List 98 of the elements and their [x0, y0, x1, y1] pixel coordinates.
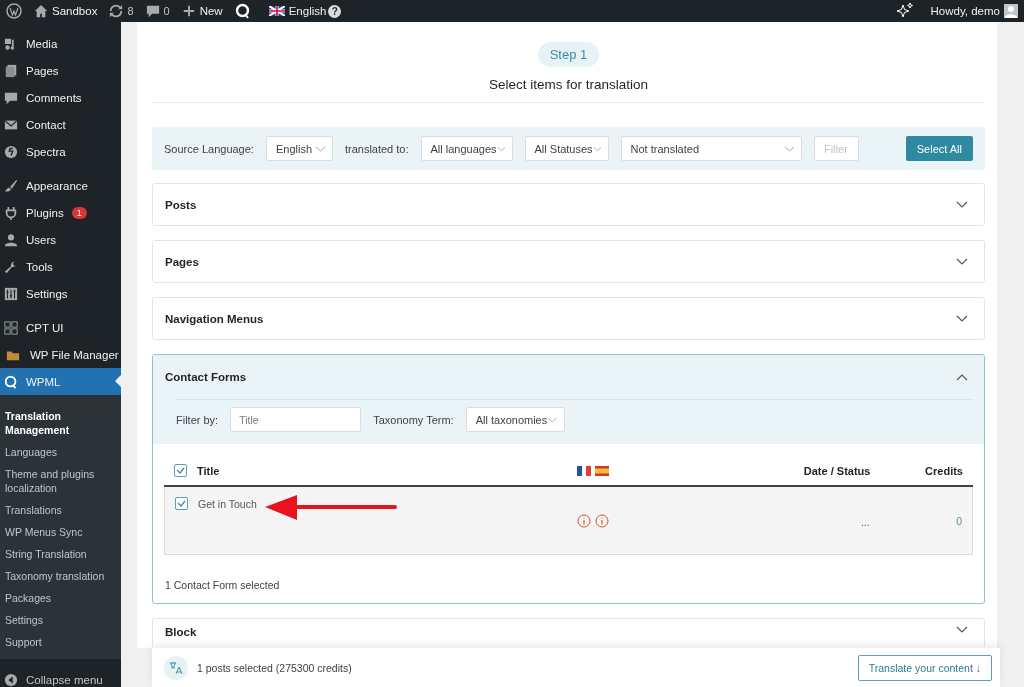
- accordion-header[interactable]: Pages: [153, 241, 984, 282]
- selection-summary: 1 Contact Form selected: [165, 579, 280, 591]
- flag-icon: [268, 6, 285, 16]
- table-row[interactable]: Get in Touch ... 0: [164, 487, 973, 555]
- comment-icon: [4, 90, 18, 105]
- language-switcher[interactable]: English: [268, 5, 327, 17]
- caret-icon: [314, 145, 326, 152]
- grid-icon: [4, 320, 18, 335]
- chevron-down-icon[interactable]: [956, 626, 968, 633]
- comments-link[interactable]: 0: [145, 4, 170, 18]
- spectra-icon: [4, 144, 18, 159]
- submenu-item[interactable]: Packages: [0, 587, 121, 609]
- refresh-icon: [109, 4, 124, 18]
- accordion-header[interactable]: Contact Forms: [153, 355, 984, 399]
- taxonomy-select[interactable]: All taxonomies: [465, 407, 565, 432]
- wpml-icon: [234, 3, 251, 19]
- avatar-icon: [1004, 4, 1018, 18]
- taxonomy-label: Taxonomy Term:: [373, 413, 454, 426]
- menu-item[interactable]: Pages: [0, 57, 121, 84]
- source-language-select[interactable]: English: [265, 136, 333, 161]
- home-icon: [34, 4, 48, 18]
- translate-button[interactable]: Translate your content ↓: [857, 654, 992, 681]
- account-menu[interactable]: Howdy, demo: [930, 4, 1018, 18]
- submenu-item[interactable]: Translations: [0, 499, 121, 521]
- menu-item[interactable]: Media: [0, 30, 121, 57]
- menu-item[interactable]: Plugins 1: [0, 199, 121, 226]
- menu-item[interactable]: Contact: [0, 111, 121, 138]
- wpml-icon: [4, 374, 18, 389]
- select-all-button[interactable]: Select All: [905, 136, 973, 161]
- collapse-menu-button[interactable]: Collapse menu: [0, 659, 121, 687]
- menu-item[interactable]: Appearance: [0, 172, 121, 199]
- accordion-header[interactable]: Posts: [153, 184, 984, 225]
- wordpress-icon: [6, 3, 22, 19]
- mail-icon: [4, 117, 18, 132]
- language-select[interactable]: All languages: [420, 136, 513, 161]
- title-filter-field[interactable]: Title: [230, 407, 362, 432]
- count-badge: 1: [71, 206, 87, 219]
- menu-item[interactable]: Settings: [0, 280, 121, 307]
- select-all-checkbox[interactable]: [174, 464, 187, 477]
- current-menu-pointer: [115, 375, 121, 387]
- chevron-up-icon[interactable]: [956, 373, 968, 381]
- menu-item[interactable]: Tools: [0, 253, 121, 280]
- settings-icon: [4, 286, 18, 301]
- caret-icon: [496, 145, 506, 152]
- caret-icon: [783, 145, 795, 152]
- row-checkbox[interactable]: [175, 497, 188, 510]
- status-select[interactable]: All Statuses: [524, 136, 609, 161]
- submenu-item[interactable]: Support: [0, 631, 121, 653]
- translate-icon: [164, 655, 188, 680]
- accordion-header[interactable]: Block: [153, 619, 984, 648]
- menu-item[interactable]: Users: [0, 226, 121, 253]
- chevron-down-icon[interactable]: [956, 258, 968, 265]
- caret-icon: [547, 416, 558, 423]
- sparkle-icon: [896, 3, 913, 19]
- menu-item[interactable]: WPML: [0, 368, 121, 395]
- table-cell: ...: [860, 516, 870, 528]
- table-cell: Get in Touch: [198, 497, 257, 510]
- source-language-label: Source Language:: [164, 142, 254, 155]
- submenu-item[interactable]: Translation Management: [0, 405, 121, 441]
- submenu-item[interactable]: Settings: [0, 609, 121, 631]
- info-icon[interactable]: [576, 514, 591, 528]
- menu-item[interactable]: Comments: [0, 84, 121, 111]
- site-link[interactable]: Sandbox: [34, 4, 98, 18]
- new-link[interactable]: New: [181, 4, 223, 18]
- chevron-down-icon[interactable]: [956, 201, 968, 208]
- help-icon[interactable]: ?: [328, 4, 342, 18]
- wrench-icon: [4, 259, 18, 274]
- menu-item[interactable]: WP File Manager: [0, 341, 121, 368]
- brush-icon: [4, 178, 18, 193]
- table-cell: 0: [956, 515, 962, 527]
- flag-icon: [576, 465, 591, 476]
- info-icon[interactable]: [594, 514, 609, 528]
- caret-icon: [592, 145, 602, 152]
- plug-icon: [4, 205, 18, 220]
- step-badge: Step 1: [537, 42, 600, 67]
- step-title: Select items for translation: [488, 77, 649, 92]
- column-header[interactable]: Credits: [925, 464, 963, 477]
- pages-icon: [4, 63, 18, 78]
- flag-icon: [594, 465, 609, 476]
- menu-item[interactable]: CPT UI: [0, 314, 121, 341]
- updates-link[interactable]: 8: [109, 4, 134, 18]
- user-icon: [4, 232, 18, 247]
- accordion-header[interactable]: Navigation Menus: [153, 298, 984, 339]
- submenu-item[interactable]: WP Menus Sync: [0, 521, 121, 543]
- comment-icon: [145, 4, 160, 18]
- target-language-label: translated to:: [344, 142, 409, 155]
- submenu-item[interactable]: String Translation: [0, 543, 121, 565]
- submenu-item[interactable]: Languages: [0, 441, 121, 463]
- selection-summary: 1 posts selected (275300 credits): [197, 661, 352, 674]
- column-header[interactable]: Date / Status: [803, 464, 871, 477]
- submenu-item[interactable]: Theme and plugins localization: [0, 463, 121, 499]
- filter-label: Filter by:: [176, 413, 219, 426]
- chevron-down-icon[interactable]: [956, 315, 968, 322]
- column-header[interactable]: Title: [197, 464, 220, 477]
- translation-status-select[interactable]: Not translated: [620, 136, 802, 161]
- plus-icon: [181, 4, 196, 18]
- menu-item[interactable]: Spectra: [0, 138, 121, 165]
- submenu-item[interactable]: Taxonomy translation: [0, 565, 121, 587]
